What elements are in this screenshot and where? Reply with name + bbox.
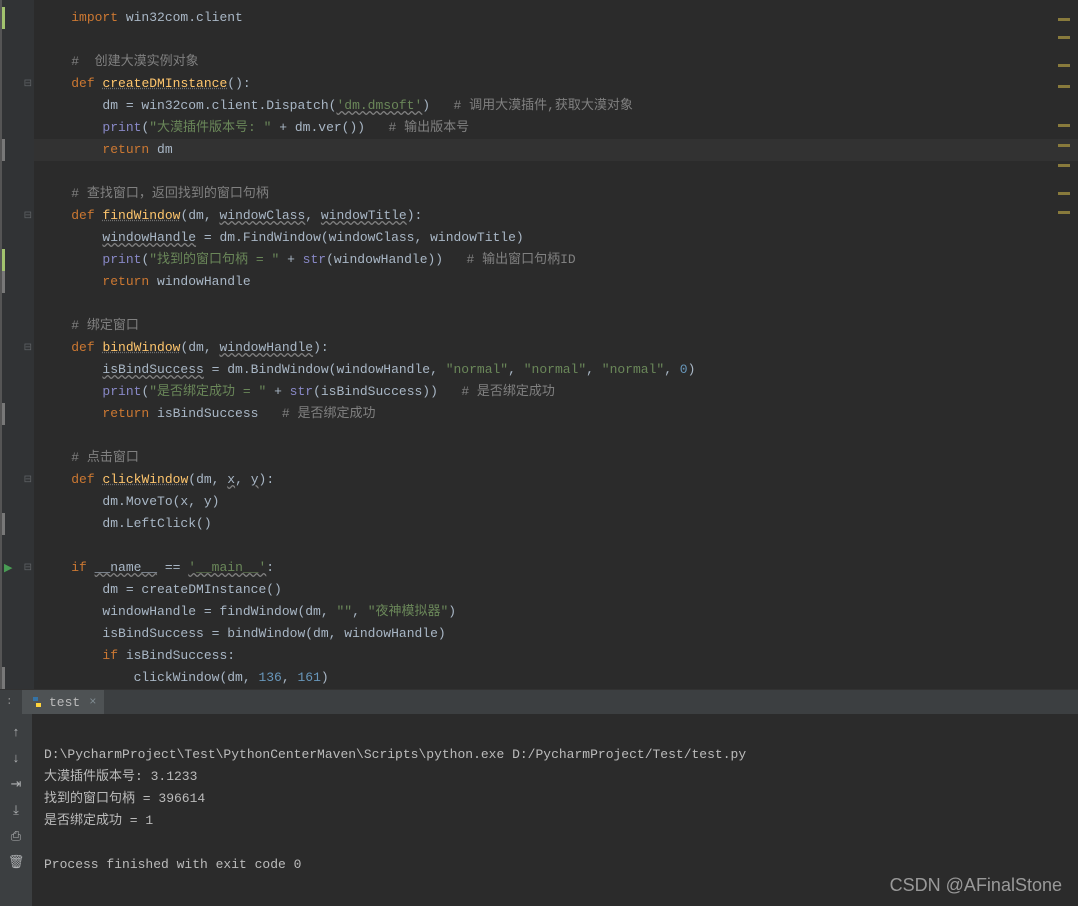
code-line[interactable]: return isBindSuccess # 是否绑定成功 xyxy=(34,403,1078,425)
console-body: ↑ ↓ ⇥ ⤓ ⎙ 🗑 D:\PycharmProject\Test\Pytho… xyxy=(0,714,1078,906)
code-line[interactable]: if isBindSuccess: xyxy=(34,645,1078,667)
console-line: D:\PycharmProject\Test\PythonCenterMaven… xyxy=(44,747,746,762)
code-line[interactable]: if __name__ == '__main__': xyxy=(34,557,1078,579)
fold-icon[interactable]: ⊟ xyxy=(24,210,32,222)
code-line[interactable]: return dm xyxy=(34,139,1078,161)
gutter[interactable]: ⊟ ⊟ ⊟ ⊟ ⊟ ▶ xyxy=(2,0,34,689)
close-icon[interactable]: × xyxy=(89,695,96,709)
console-line: 找到的窗口句柄 = 396614 xyxy=(44,791,205,806)
console-line: Process finished with exit code 0 xyxy=(44,857,301,872)
console-line: 是否绑定成功 = 1 xyxy=(44,813,153,828)
print-icon[interactable]: ⎙ xyxy=(6,826,26,846)
gutter-stripe xyxy=(2,271,34,293)
console-line: 大漠插件版本号: 3.1233 xyxy=(44,769,197,784)
code-line[interactable] xyxy=(34,29,1078,51)
fold-icon[interactable]: ⊟ xyxy=(24,78,32,90)
code-line[interactable]: def findWindow(dm, windowClass, windowTi… xyxy=(34,205,1078,227)
code-line[interactable]: # 点击窗口 xyxy=(34,447,1078,469)
code-line[interactable]: dm.MoveTo(x, y) xyxy=(34,491,1078,513)
fold-icon[interactable]: ⊟ xyxy=(24,342,32,354)
gutter-stripe xyxy=(2,249,34,271)
code-line[interactable]: isBindSuccess = dm.BindWindow(windowHand… xyxy=(34,359,1078,381)
code-line[interactable]: isBindSuccess = bindWindow(dm, windowHan… xyxy=(34,623,1078,645)
gutter-stripe xyxy=(2,403,34,425)
code-line[interactable]: windowHandle = dm.FindWindow(windowClass… xyxy=(34,227,1078,249)
code-line[interactable]: dm = win32com.client.Dispatch('dm.dmsoft… xyxy=(34,95,1078,117)
up-arrow-icon[interactable]: ↑ xyxy=(6,722,26,742)
code-line[interactable]: print("找到的窗口句柄 = " + str(windowHandle)) … xyxy=(34,249,1078,271)
code-line[interactable]: print("是否绑定成功 = " + str(isBindSuccess)) … xyxy=(34,381,1078,403)
code-line[interactable]: # 查找窗口，返回找到的窗口句柄 xyxy=(34,183,1078,205)
gutter-stripe xyxy=(2,513,34,535)
down-arrow-icon[interactable]: ↓ xyxy=(6,748,26,768)
code-line[interactable]: windowHandle = findWindow(dm, "", "夜神模拟器… xyxy=(34,601,1078,623)
code-line[interactable]: # 创建大漠实例对象 xyxy=(34,51,1078,73)
tab-label: test xyxy=(49,695,80,710)
code-line[interactable]: return windowHandle xyxy=(34,271,1078,293)
editor-area: ⊟ ⊟ ⊟ ⊟ ⊟ ▶ import win32com.client # 创建大漠实例对象… xyxy=(0,0,1078,689)
code-line[interactable]: dm.LeftClick() xyxy=(34,513,1078,535)
gutter-stripe xyxy=(2,139,34,161)
code-line[interactable]: clickWindow(dm, 136, 161) xyxy=(34,667,1078,689)
code-line[interactable] xyxy=(34,425,1078,447)
trash-icon[interactable]: 🗑 xyxy=(6,852,26,872)
code-line[interactable] xyxy=(34,161,1078,183)
gutter-stripe xyxy=(2,7,34,29)
code-line[interactable]: import win32com.client xyxy=(34,7,1078,29)
code-pane[interactable]: import win32com.client # 创建大漠实例对象 def cr… xyxy=(34,0,1078,689)
scroll-icon[interactable]: ⤓ xyxy=(6,800,26,820)
code-line[interactable]: def clickWindow(dm, x, y): xyxy=(34,469,1078,491)
code-line[interactable]: dm = createDMInstance() xyxy=(34,579,1078,601)
code-line[interactable]: print("大漠插件版本号: " + dm.ver()) # 输出版本号 xyxy=(34,117,1078,139)
panel-label: : xyxy=(0,696,22,708)
console-toolbar: ↑ ↓ ⇥ ⤓ ⎙ 🗑 xyxy=(0,714,32,906)
code-line[interactable]: # 绑定窗口 xyxy=(34,315,1078,337)
python-icon xyxy=(30,695,44,709)
code-line[interactable]: def bindWindow(dm, windowHandle): xyxy=(34,337,1078,359)
console-tab[interactable]: test × xyxy=(22,690,104,714)
run-gutter-icon[interactable]: ▶ xyxy=(4,561,12,575)
code-line[interactable] xyxy=(34,293,1078,315)
run-panel: : test × ↑ ↓ ⇥ ⤓ ⎙ 🗑 D:\PycharmProject\T… xyxy=(0,689,1078,906)
code-line[interactable] xyxy=(34,535,1078,557)
console-tab-bar: : test × xyxy=(0,690,1078,714)
wrap-icon[interactable]: ⇥ xyxy=(6,774,26,794)
watermark: CSDN @AFinalStone xyxy=(890,875,1062,896)
gutter-stripe xyxy=(2,667,34,689)
code-line[interactable]: def createDMInstance(): xyxy=(34,73,1078,95)
fold-icon[interactable]: ⊟ xyxy=(24,562,32,574)
fold-icon[interactable]: ⊟ xyxy=(24,474,32,486)
